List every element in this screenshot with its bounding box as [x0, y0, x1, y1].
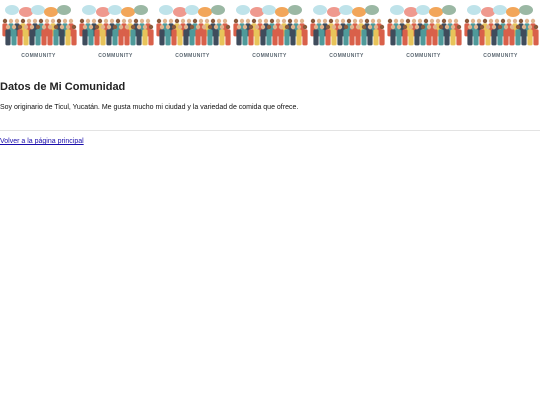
community-illustration-tile: COMMUNITY	[154, 0, 231, 64]
people-crowd-icon	[2, 5, 77, 46]
community-caption: COMMUNITY	[175, 53, 210, 59]
community-illustration-tile: COMMUNITY	[385, 0, 462, 64]
people-crowd-icon	[156, 5, 231, 46]
people-crowd-icon	[79, 5, 154, 46]
page-description: Soy originario de Ticul, Yucatán. Me gus…	[0, 104, 299, 111]
people-crowd-icon	[310, 5, 385, 46]
community-caption: COMMUNITY	[21, 53, 56, 59]
community-caption: COMMUNITY	[329, 53, 364, 59]
community-banner: COMMUNITY COMMUNITY COMMUNITY COMMUNITY COMM…	[0, 0, 540, 64]
community-caption: COMMUNITY	[98, 53, 133, 59]
community-illustration-tile: COMMUNITY	[77, 0, 154, 64]
community-caption: COMMUNITY	[252, 53, 287, 59]
community-illustration-tile: COMMUNITY	[231, 0, 308, 64]
people-crowd-icon	[233, 5, 308, 46]
community-caption: COMMUNITY	[483, 53, 518, 59]
divider	[0, 130, 540, 131]
community-illustration-tile: COMMUNITY	[462, 0, 539, 64]
community-illustration-tile: COMMUNITY	[0, 0, 77, 64]
back-to-home-link[interactable]: Volver a la página principal	[0, 138, 84, 145]
page-title: Datos de Mi Comunidad	[0, 81, 126, 93]
community-illustration-tile: COMMUNITY	[308, 0, 385, 64]
community-caption: COMMUNITY	[406, 53, 441, 59]
people-crowd-icon	[464, 5, 539, 46]
people-crowd-icon	[387, 5, 462, 46]
